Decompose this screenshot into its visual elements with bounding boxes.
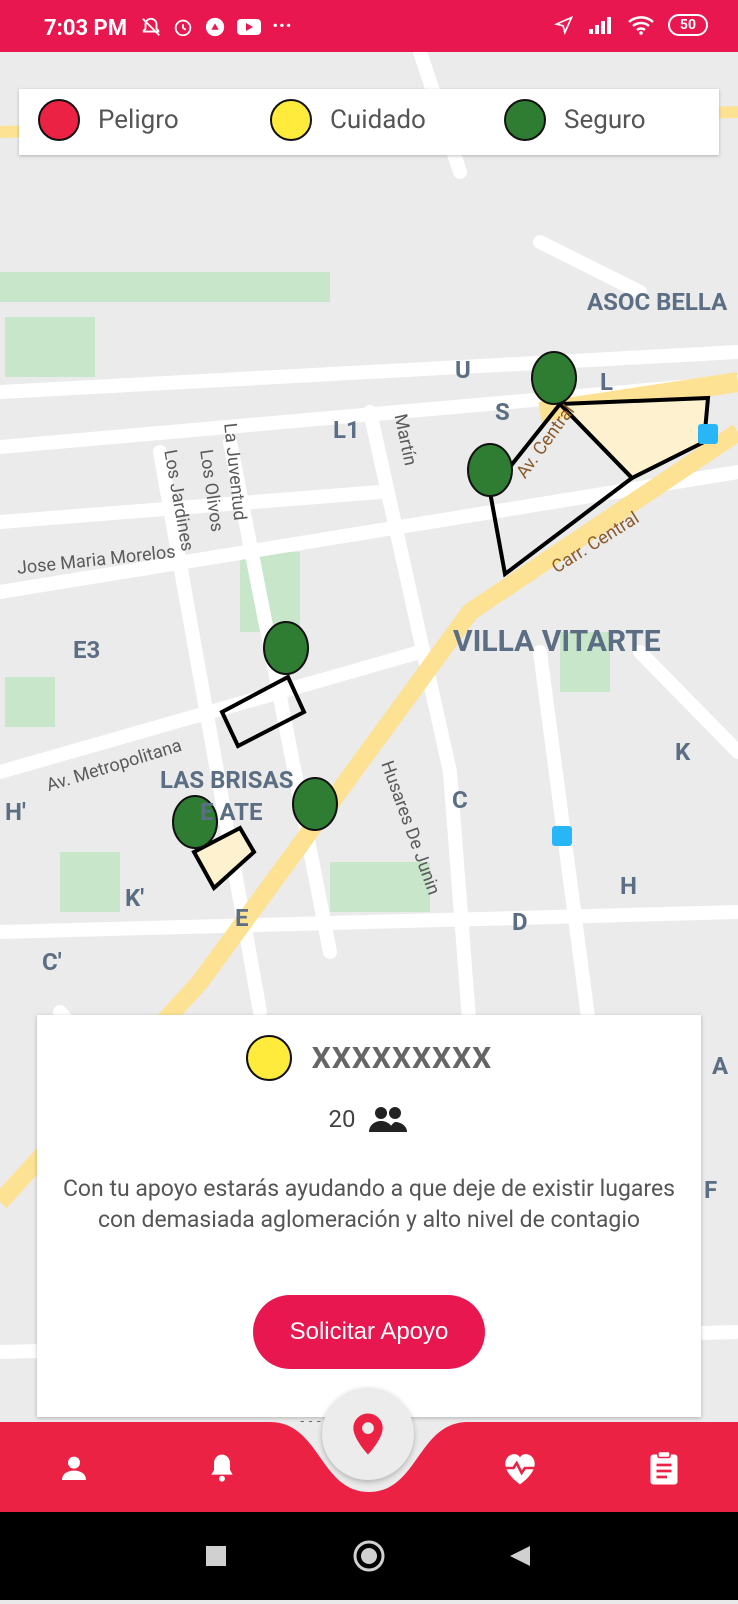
map-area-label: E ATE: [200, 798, 263, 826]
green-dot-icon: [504, 99, 546, 141]
youtube-icon: [237, 18, 261, 35]
map-area-label: K': [125, 884, 145, 912]
map-area-label: C': [42, 948, 62, 976]
map-area-label: L: [600, 368, 613, 396]
mute-icon: [142, 17, 160, 36]
status-time: 7:03 PM: [44, 16, 127, 41]
nav-notifications[interactable]: [202, 1448, 242, 1488]
legend-label: Peligro: [98, 105, 179, 135]
system-nav-buttons: [206, 1540, 530, 1572]
location-arrow-icon: [553, 15, 574, 35]
risk-legend: Peligro Cuidado Seguro: [19, 89, 719, 155]
risk-level-dot-icon: [245, 1035, 292, 1081]
system-navigation-bar: [0, 1512, 738, 1600]
status-system-icons: 50: [553, 14, 708, 36]
map-area-label: U: [455, 356, 471, 384]
people-count: 20: [328, 1105, 356, 1133]
nav-map-fab[interactable]: [322, 1388, 414, 1480]
card-header: XXXXXXXXX: [37, 1035, 701, 1081]
map-area-label: L1: [333, 416, 360, 444]
heart-pulse-icon: [505, 1454, 535, 1485]
request-support-button[interactable]: Solicitar Apoyo: [253, 1295, 485, 1369]
legend-item-seguro: Seguro: [504, 99, 646, 141]
people-count-row: 20: [37, 1105, 701, 1133]
map-area-label: ASOC BELLA: [587, 288, 728, 316]
place-info-card: XXXXXXXXX 20 Con tu apoyo estarás ayudan…: [37, 1015, 701, 1417]
battery-indicator: 50: [667, 14, 708, 36]
map-area-label: H': [5, 798, 26, 826]
map-area-label: D: [512, 908, 528, 936]
map-area-label: E: [235, 904, 249, 932]
status-bar: 7:03 PM ··· 50: [0, 0, 738, 52]
location-pin-icon: [353, 1413, 383, 1455]
map-area-label: LAS BRISAS: [160, 766, 294, 794]
legend-label: Cuidado: [330, 105, 426, 135]
person-icon: [62, 1456, 86, 1480]
yellow-dot-icon: [270, 99, 312, 141]
back-button[interactable]: [510, 1546, 530, 1566]
map-area-label: C: [452, 786, 468, 814]
alarm-icon: [174, 19, 192, 36]
map-area-label: A: [712, 1052, 729, 1080]
map-area-label: VILLA VITARTE: [453, 624, 661, 659]
legend-label: Seguro: [564, 105, 646, 135]
clipboard-icon: [650, 1450, 678, 1485]
status-notification-icons: ···: [140, 14, 292, 39]
nav-health[interactable]: [500, 1448, 540, 1488]
map-area-label: F: [704, 1176, 718, 1204]
recent-apps-button[interactable]: [206, 1546, 226, 1566]
map-area-label: K: [675, 738, 691, 766]
map-area-label: H: [620, 872, 637, 900]
map-area-label: S: [495, 398, 510, 426]
legend-item-peligro: Peligro: [38, 99, 179, 141]
app-icon: [205, 17, 225, 36]
signal-icon: [588, 17, 611, 34]
nav-profile[interactable]: [54, 1448, 94, 1488]
place-title: XXXXXXXXX: [311, 1040, 493, 1076]
bell-icon: [211, 1454, 233, 1482]
more-icon: ···: [272, 14, 292, 39]
legend-item-cuidado: Cuidado: [270, 99, 426, 141]
nav-reports[interactable]: [644, 1448, 684, 1488]
people-icon: [369, 1107, 408, 1132]
wifi-icon: [628, 16, 654, 35]
card-description: Con tu apoyo estarás ayudando a que deje…: [62, 1175, 676, 1233]
map-area-label: E3: [73, 636, 101, 664]
red-dot-icon: [38, 99, 80, 141]
